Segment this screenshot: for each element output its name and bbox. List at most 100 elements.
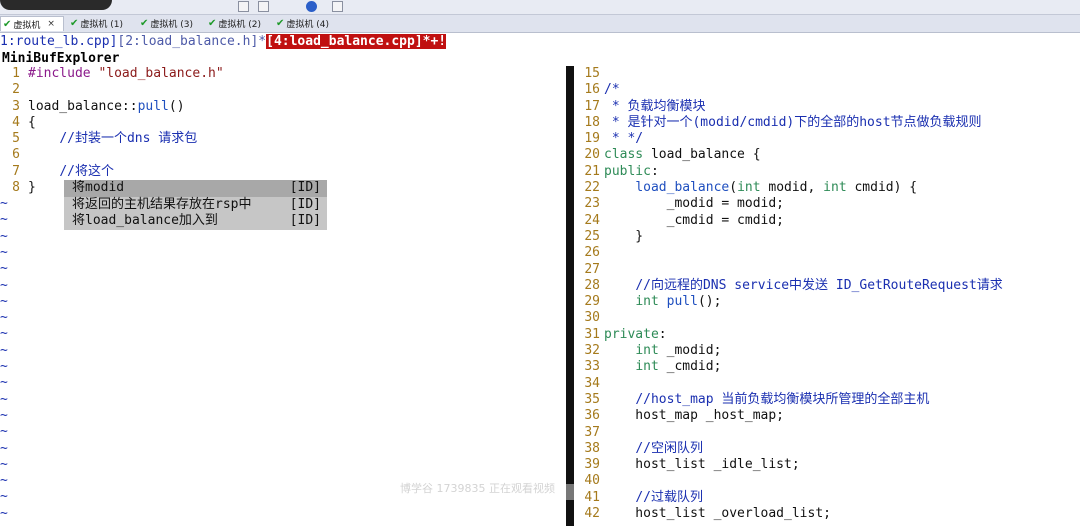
code-token: //将这个 — [59, 163, 114, 179]
code-line[interactable]: 32 int _modid; — [580, 343, 1003, 359]
close-icon[interactable]: × — [47, 19, 55, 29]
line-number: 1 — [12, 66, 20, 81]
code-line[interactable]: 16/* — [580, 82, 1003, 98]
split-scroll-knob[interactable] — [566, 484, 574, 500]
line-number: 4 — [12, 114, 20, 130]
code-line[interactable]: 19 * */ — [580, 131, 1003, 147]
snapshot-icon[interactable] — [238, 1, 249, 12]
completion-item[interactable]: 将返回的主机结果存放在rsp中 [ID] — [64, 197, 327, 214]
code-token: _cmdid = cmdid; — [604, 212, 785, 228]
line-number: 5 — [12, 131, 20, 147]
code-line[interactable]: 28 //向远程的DNS service中发送 ID_GetRouteReque… — [580, 278, 1002, 294]
line-number: 35 — [584, 391, 600, 407]
console-icon[interactable] — [332, 1, 343, 12]
code-line[interactable]: 42 host_list _overload_list; — [580, 506, 1003, 522]
help-icon[interactable] — [306, 1, 317, 12]
code-token: int — [635, 294, 659, 310]
line-number: 19 — [584, 131, 600, 147]
tab-label: 虚拟机 (4) — [286, 20, 330, 30]
code-line[interactable]: 31 private: — [580, 327, 1003, 343]
completion-item[interactable]: 将modid [ID] — [64, 180, 327, 197]
settings-icon[interactable] — [258, 1, 269, 12]
line-number: 6 — [12, 147, 20, 163]
right-editor-pane[interactable]: 15 16/* 17 * 负载均衡模块 18 * 是针对一个(modid/cmdid)… — [580, 66, 1003, 522]
check-icon: ✔ — [70, 18, 79, 29]
code-token: #include — [28, 66, 99, 81]
buffer-load-balance-cpp[interactable]: [4:load_balance.cpp]*+! — [266, 34, 447, 49]
code-line[interactable]: 20 class load_balance { — [580, 147, 1003, 163]
buffer-load-balance-h[interactable]: [2:load_balance.h]* — [117, 34, 266, 49]
code-line[interactable]: 38 //空闲队列 — [580, 441, 1003, 457]
code-line[interactable]: 18 * 是针对一个(modid/cmdid)下的全部的host节点做负载规则 — [580, 115, 1003, 131]
code-line[interactable]: 3 load_balance::pull() — [2, 99, 224, 115]
code-line[interactable]: 7 //将这个 — [2, 164, 224, 180]
line-number: 36 — [584, 408, 600, 424]
code-line[interactable]: 37 — [580, 425, 1003, 441]
line-number: 40 — [584, 473, 600, 489]
code-line[interactable]: 23 _modid = modid; — [580, 196, 1003, 212]
tilde-marker: ~ — [0, 359, 8, 374]
code-line[interactable]: 15 — [580, 66, 1003, 82]
watermark: 博学谷 1739835 正在观看视频 — [400, 482, 555, 495]
tilde-marker: ~ — [0, 473, 8, 489]
line-number: 30 — [584, 310, 600, 326]
code-line[interactable]: 27 — [580, 262, 1003, 278]
code-line[interactable]: 17 * 负载均衡模块 — [580, 99, 1003, 115]
tilde-marker: ~ — [0, 212, 8, 228]
tilde-marker: ~ — [0, 424, 8, 440]
code-line[interactable]: 40 — [580, 473, 1003, 489]
code-line[interactable]: 2 — [2, 82, 224, 98]
code-line[interactable]: 24 _cmdid = cmdid; — [580, 213, 1003, 229]
left-editor-pane[interactable]: 1 #include "load_balance.h" 2 3 load_balance… — [2, 66, 224, 196]
tab-vm-4[interactable]: ✔ 虚拟机 (4) — [274, 16, 340, 31]
tilde-marker: ~ — [0, 228, 8, 244]
code-line[interactable]: 41 //过载队列 — [580, 490, 1003, 506]
tab-vm[interactable]: ✔ 虚拟机 × — [0, 16, 64, 31]
code-line[interactable]: 35 //host_map 当前负载均衡模块所管理的全部主机 — [580, 392, 1003, 408]
tab-vm-3[interactable]: ✔ 虚拟机 (3) — [138, 16, 204, 31]
code-token: //host_map 当前负载均衡模块所管理的全部主机 — [635, 391, 930, 407]
code-line[interactable]: 21 public: — [580, 164, 1003, 180]
code-line[interactable]: 25 } — [580, 229, 1003, 245]
code-token: _modid = modid; — [604, 196, 785, 212]
code-line[interactable]: 34 — [580, 376, 1003, 392]
code-token: int — [737, 180, 761, 196]
code-line[interactable]: 33 int _cmdid; — [580, 359, 1003, 375]
completion-popup: 将modid [ID] 将返回的主机结果存放在rsp中 [ID] 将load_bal… — [64, 180, 327, 230]
code-line[interactable]: 30 — [580, 310, 1003, 326]
tab-vm-1[interactable]: ✔ 虚拟机 (1) — [68, 16, 134, 31]
code-line[interactable]: 6 — [2, 147, 224, 163]
toolbar-overlay — [0, 0, 112, 10]
tilde-marker: ~ — [0, 196, 8, 211]
code-line[interactable]: 36 host_map _host_map; — [580, 408, 1003, 424]
code-token: (); — [697, 294, 722, 310]
line-number: 17 — [584, 98, 600, 114]
code-token: //封装一个dns 请求包 — [59, 131, 198, 147]
code-token: _cmdid; — [658, 359, 722, 375]
code-line[interactable]: 5 //封装一个dns 请求包 — [2, 131, 224, 147]
code-line[interactable]: 39 host_list _idle_list; — [580, 457, 1003, 473]
code-line[interactable]: 22 load_balance(int modid, int cmdid) { — [580, 180, 1003, 196]
line-number: 27 — [584, 261, 600, 277]
tilde-marker: ~ — [0, 505, 8, 521]
line-number: 41 — [584, 489, 600, 505]
completion-item[interactable]: 将load_balance加入到 [ID] — [64, 213, 327, 230]
vm-toolbar — [0, 0, 1080, 15]
tilde-marker: ~ — [0, 326, 8, 342]
code-line[interactable]: 26 — [580, 245, 1003, 261]
code-token: host_list _idle_list; — [604, 457, 800, 473]
code-token: cmdid) { — [846, 180, 918, 196]
code-token: load_balance — [635, 180, 730, 196]
code-line[interactable]: 4{ — [2, 115, 224, 131]
code-line[interactable]: 1 #include "load_balance.h" — [2, 66, 224, 82]
code-token: int — [635, 343, 659, 359]
buffer-route-lb[interactable]: 1:route_lb.cpp] — [0, 34, 117, 49]
vertical-split-bar[interactable] — [566, 66, 574, 526]
tab-vm-2[interactable]: ✔ 虚拟机 (2) — [206, 16, 272, 31]
code-line[interactable]: 29 int pull(); — [580, 294, 1003, 310]
